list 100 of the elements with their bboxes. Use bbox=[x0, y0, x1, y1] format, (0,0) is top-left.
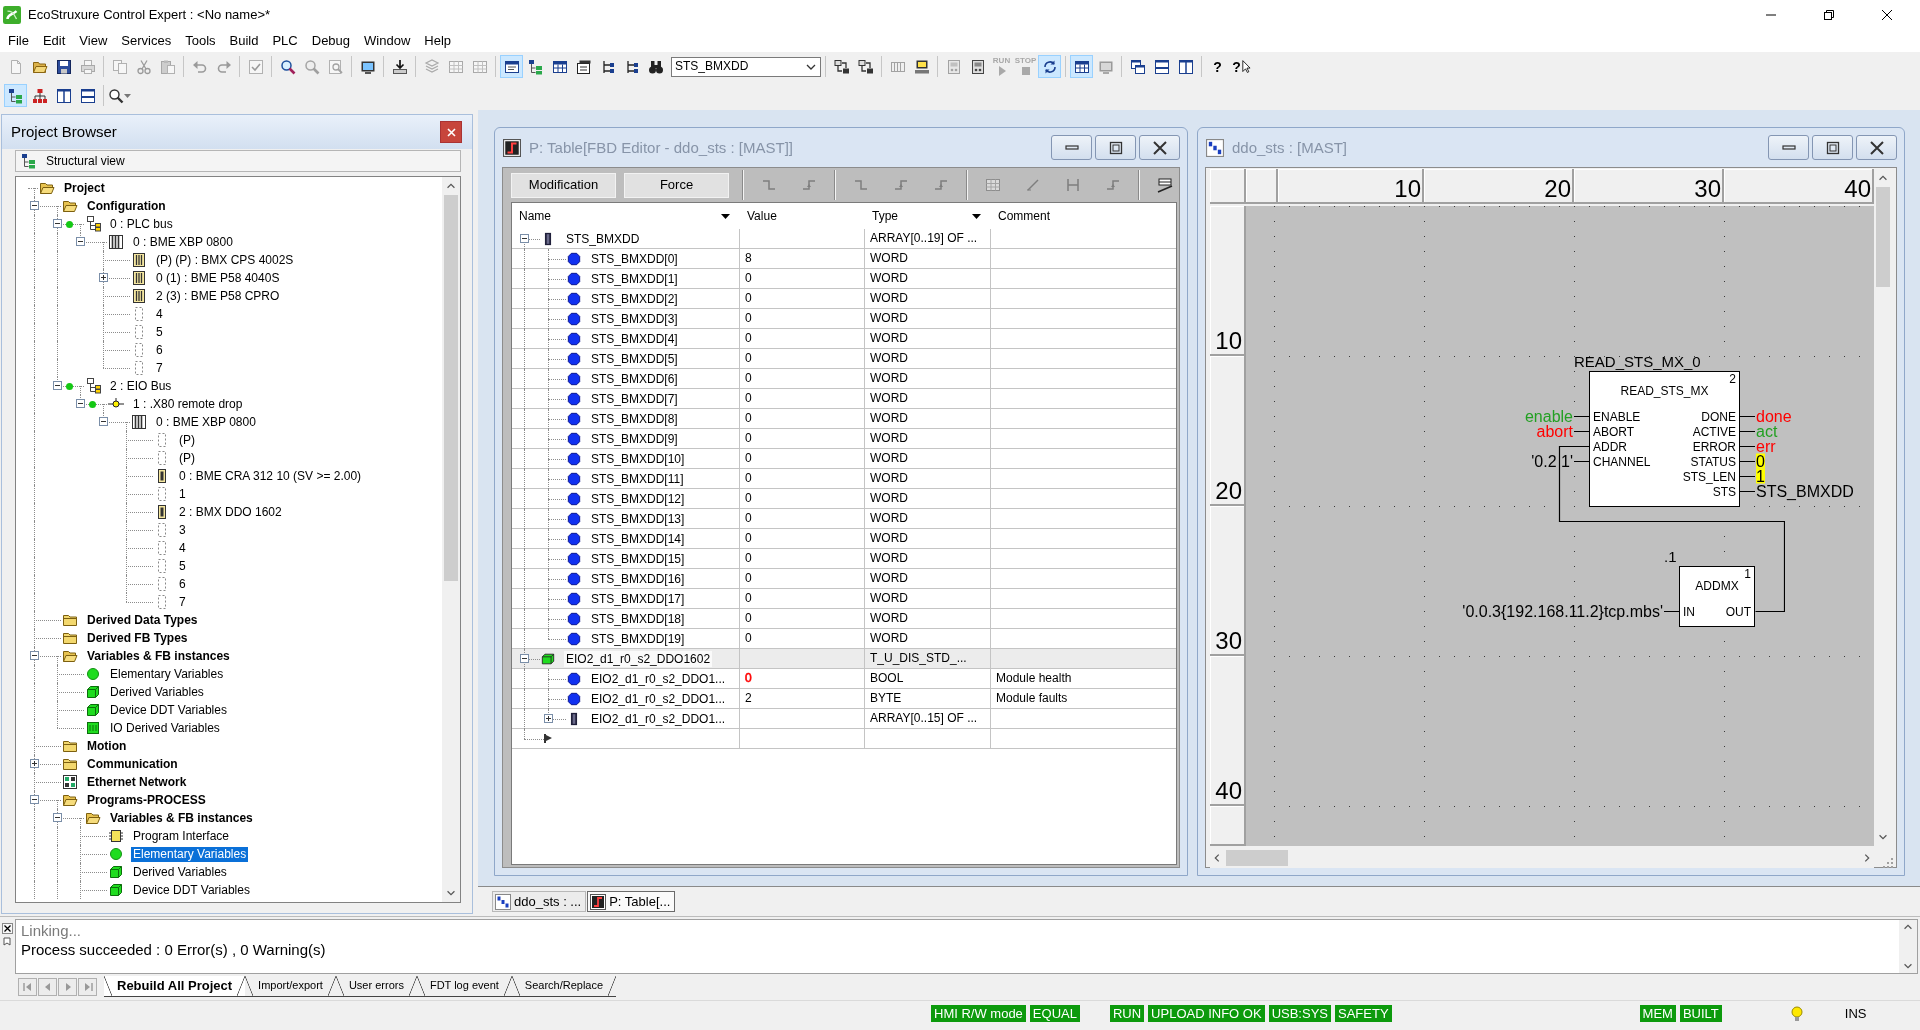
collapse-toggle-icon[interactable] bbox=[30, 651, 39, 660]
variable-name[interactable]: STS_BMXDD[17] bbox=[589, 590, 687, 607]
tree-item[interactable]: 5 bbox=[177, 558, 188, 574]
tree-item[interactable]: 1 : .X80 remote drop bbox=[131, 396, 245, 412]
collapse-toggle-icon[interactable] bbox=[53, 219, 62, 228]
maximize-button[interactable] bbox=[1812, 135, 1853, 160]
tree-item[interactable]: Elementary Variables bbox=[131, 846, 249, 862]
tab-button[interactable]: Modification bbox=[511, 172, 616, 198]
tree-item[interactable]: Programs-PROCESS bbox=[85, 792, 208, 808]
tree-item[interactable]: 0 : BME XBP 0800 bbox=[154, 414, 258, 430]
window-tab[interactable]: ddo_sts : ... bbox=[492, 891, 587, 912]
column-header[interactable]: Type bbox=[872, 208, 972, 224]
column-header[interactable]: Comment bbox=[998, 208, 1169, 224]
menu-item[interactable]: Build bbox=[222, 31, 266, 51]
toolbar-button[interactable] bbox=[1038, 55, 1061, 78]
variable-name[interactable]: STS_BMXDD[7] bbox=[589, 390, 680, 407]
variable-value[interactable]: 0 bbox=[745, 471, 752, 486]
scrollbar-thumb[interactable] bbox=[444, 195, 458, 581]
scrollbar-thumb[interactable] bbox=[1876, 187, 1890, 287]
variable-value[interactable]: 0 bbox=[745, 411, 752, 426]
variable-value[interactable]: 0 bbox=[745, 671, 752, 686]
variable-combobox[interactable]: STS_BMXDD bbox=[671, 56, 821, 77]
output-tab[interactable]: Rebuild All Project bbox=[104, 975, 246, 997]
tree-item[interactable]: (P) bbox=[177, 450, 197, 466]
filter-caret-icon[interactable] bbox=[972, 213, 981, 219]
menu-item[interactable]: Services bbox=[114, 31, 179, 51]
toolbar-button[interactable] bbox=[1070, 55, 1093, 78]
tree-item[interactable]: Motion bbox=[85, 738, 129, 754]
tree-item[interactable]: 2 (3) : BME P58 CPRO bbox=[154, 288, 282, 304]
function-block[interactable]: READ_STS_MX 2 ENABLE ABORT ADDR CHANNEL DONE ACTIVE ERROR STATUS STS_LEN STS bbox=[1589, 371, 1740, 507]
expand-toggle-icon[interactable] bbox=[99, 273, 108, 282]
tree-item[interactable]: (P) bbox=[177, 432, 197, 448]
menu-item[interactable]: PLC bbox=[265, 31, 305, 51]
variable-value[interactable]: 0 bbox=[745, 531, 752, 546]
function-block[interactable]: ADDMX 1 IN OUT bbox=[1679, 566, 1755, 627]
variable-name[interactable]: STS_BMXDD[4] bbox=[589, 330, 680, 347]
output-tab[interactable]: Import/export bbox=[245, 975, 336, 997]
expand-toggle-icon[interactable] bbox=[544, 714, 553, 723]
maximize-button[interactable] bbox=[1095, 135, 1136, 160]
variable-value[interactable]: 0 bbox=[745, 451, 752, 466]
tab-button[interactable]: Force bbox=[624, 172, 729, 198]
variable-name[interactable]: STS_BMXDD[16] bbox=[589, 570, 687, 587]
output-tab[interactable]: FDT log event bbox=[416, 975, 512, 997]
variable-name[interactable]: STS_BMXDD[19] bbox=[589, 630, 687, 647]
variable-name[interactable]: STS_BMXDD[3] bbox=[589, 310, 680, 327]
tree-item[interactable]: Derived Data Types bbox=[85, 612, 200, 628]
close-button[interactable] bbox=[440, 121, 462, 143]
tree-item[interactable]: IO Derived Variables bbox=[108, 720, 222, 736]
toolbar-button[interactable] bbox=[4, 84, 27, 107]
close-button[interactable] bbox=[2, 923, 13, 934]
collapse-toggle-icon[interactable] bbox=[30, 201, 39, 210]
variable-value[interactable]: 0 bbox=[745, 491, 752, 506]
tree-item[interactable]: 6 bbox=[177, 576, 188, 592]
variable-name[interactable]: STS_BMXDD[12] bbox=[589, 490, 687, 507]
scrollbar[interactable] bbox=[1899, 920, 1917, 973]
scrollbar[interactable] bbox=[442, 177, 460, 902]
variable-name[interactable]: STS_BMXDD[1] bbox=[589, 270, 680, 287]
tree-item[interactable]: 0 : BME CRA 312 10 (SV >= 2.00) bbox=[177, 468, 364, 484]
variable-name[interactable]: STS_BMXDD[2] bbox=[589, 290, 680, 307]
collapse-toggle-icon[interactable] bbox=[76, 399, 85, 408]
toolbar-button[interactable]: ? bbox=[1206, 55, 1229, 78]
variable-name[interactable]: STS_BMXDD[9] bbox=[589, 430, 680, 447]
variable-name[interactable]: STS_BMXDD[14] bbox=[589, 530, 687, 547]
variable-name[interactable]: STS_BMXDD[15] bbox=[589, 550, 687, 567]
variable-value[interactable]: 0 bbox=[745, 611, 752, 626]
menu-item[interactable]: Help bbox=[417, 31, 459, 51]
variable-value[interactable]: 0 bbox=[745, 371, 752, 386]
tree-item[interactable]: Variables & FB instances bbox=[85, 648, 232, 664]
tree-item[interactable]: 7 bbox=[154, 360, 165, 376]
minimize-button[interactable] bbox=[1768, 135, 1809, 160]
variable-value[interactable]: 0 bbox=[745, 271, 752, 286]
close-button[interactable] bbox=[1856, 135, 1897, 160]
variable-name[interactable]: STS_BMXDD[10] bbox=[589, 450, 687, 467]
variable-value[interactable]: 0 bbox=[745, 431, 752, 446]
tree-item[interactable]: 0 (1) : BME P58 4040S bbox=[154, 270, 282, 286]
column-header[interactable]: Value bbox=[747, 208, 855, 224]
tree-item[interactable]: Ethernet Network bbox=[85, 774, 189, 790]
scrollbar-thumb[interactable] bbox=[1226, 850, 1288, 866]
menu-item[interactable]: Tools bbox=[178, 31, 223, 51]
tree-item[interactable]: 5 bbox=[154, 324, 165, 340]
expand-toggle-icon[interactable] bbox=[30, 759, 39, 768]
variable-name[interactable]: STS_BMXDD[18] bbox=[589, 610, 687, 627]
collapse-toggle-icon[interactable] bbox=[76, 237, 85, 246]
variable-name[interactable]: STS_BMXDD[0] bbox=[589, 250, 680, 267]
variable-value[interactable]: 0 bbox=[745, 631, 752, 646]
collapse-toggle-icon[interactable] bbox=[520, 234, 529, 243]
variable-name[interactable]: STS_BMXDD bbox=[564, 230, 642, 247]
collapse-toggle-icon[interactable] bbox=[520, 654, 529, 663]
variable-name[interactable]: STS_BMXDD[13] bbox=[589, 510, 687, 527]
minimize-button[interactable] bbox=[1051, 135, 1092, 160]
tree-item[interactable]: 3 bbox=[177, 522, 188, 538]
variable-value[interactable]: 8 bbox=[745, 251, 752, 266]
tree-item[interactable]: Device DDT Variables bbox=[108, 702, 229, 718]
close-button[interactable] bbox=[1139, 135, 1180, 160]
filter-caret-icon[interactable] bbox=[721, 213, 730, 219]
variable-name[interactable]: STS_BMXDD[11] bbox=[589, 470, 686, 487]
tree-item[interactable]: 1 bbox=[177, 486, 188, 502]
variable-value[interactable]: 0 bbox=[745, 351, 752, 366]
tree-item[interactable]: 4 bbox=[177, 540, 188, 556]
output-tab[interactable]: User errors bbox=[335, 975, 417, 997]
